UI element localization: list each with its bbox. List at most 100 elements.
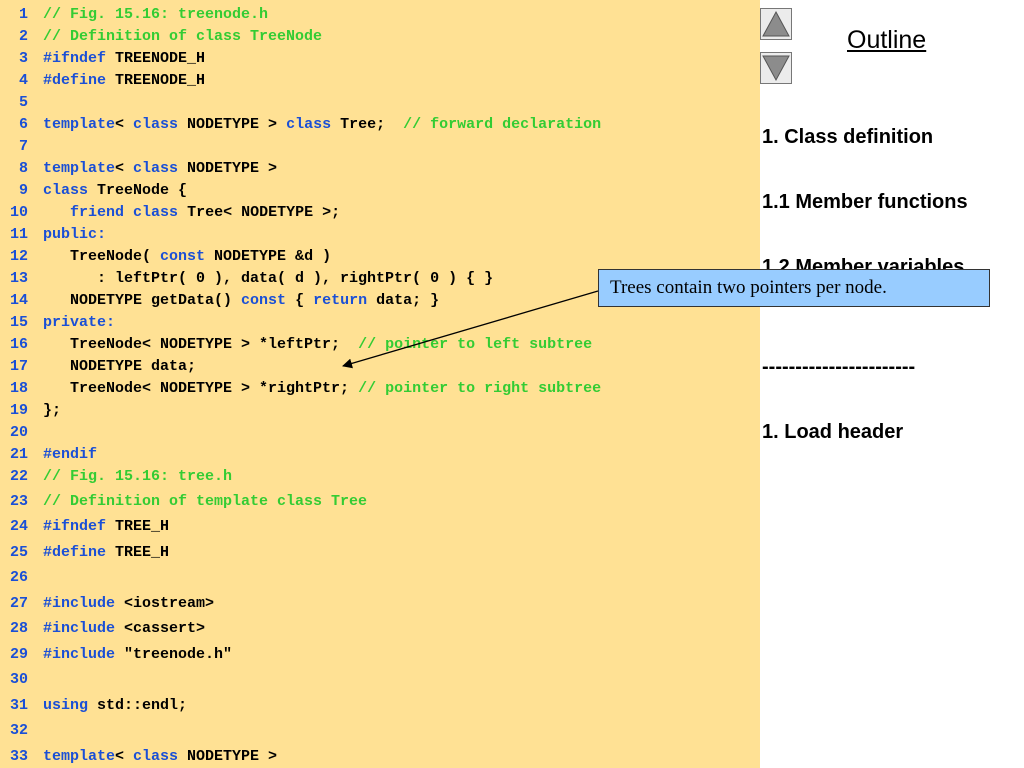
code-text: TreeNode { [88,182,188,199]
line-number: 12 [9,248,28,265]
code-text: { [286,292,314,309]
code-text: NODETYPE > [178,116,287,133]
code-keyword: template [43,160,116,177]
code-keyword: const [160,248,206,265]
line-number: 19 [9,402,28,419]
line-number: 30 [9,671,28,688]
code-line: 28 #include <cassert> [0,620,205,638]
code-keyword: friend [70,204,125,221]
line-number: 22 [9,468,28,485]
code-line: 30 [0,671,43,689]
code-keyword: using [43,697,89,714]
line-number: 5 [18,94,28,111]
line-number: 14 [9,292,28,309]
code-line: 18 TreeNode< NODETYPE > *rightPtr; // po… [0,380,601,398]
outline-separator: ----------------------- [762,356,916,378]
code-text: NODETYPE > [178,748,278,765]
code-keyword: #define [43,544,107,561]
code-comment: // Fig. 15.16: treenode.h [43,6,269,23]
code-line: 21 #endif [0,446,97,464]
code-line: 27 #include <iostream> [0,595,214,613]
callout-box: Trees contain two pointers per node. [598,269,990,307]
code-comment: // pointer to left subtree [358,336,593,353]
code-line: 33 template< class NODETYPE > [0,748,277,766]
line-number: 1 [18,6,28,23]
triangle-down-icon [762,55,790,82]
code-line: 17 NODETYPE data; [0,358,196,376]
code-text: TreeNode< NODETYPE > *rightPtr; [43,380,359,397]
code-line: 29 #include "treenode.h" [0,646,232,664]
line-number: 2 [18,28,28,45]
code-line: 26 [0,569,43,587]
code-keyword: class [133,204,179,221]
line-number: 24 [9,518,28,535]
next-slide-button[interactable] [760,52,792,84]
code-line: 5 [0,94,43,112]
code-listing: 1 // Fig. 15.16: treenode.h 2 // Definition… [0,0,760,768]
code-keyword: return [313,292,368,309]
code-line: 25 #define TREE_H [0,544,169,562]
code-line: 24 #ifndef TREE_H [0,518,169,536]
previous-slide-button[interactable] [760,8,792,40]
code-line: 4 #define TREENODE_H [0,72,205,90]
line-number: 27 [9,595,28,612]
code-keyword: class [286,116,332,133]
code-line: 32 [0,722,43,740]
code-line: 23 // Definition of template class Tree [0,493,367,511]
code-keyword: class [133,160,179,177]
line-number: 33 [9,748,28,765]
code-text: TreeNode( [43,248,161,265]
code-text: NODETYPE > [178,160,278,177]
code-line: 22 // Fig. 15.16: tree.h [0,468,232,486]
code-keyword: #include [43,646,116,663]
code-text: TREE_H [106,544,170,561]
line-number: 17 [9,358,28,375]
line-number: 29 [9,646,28,663]
code-comment: // pointer to right subtree [358,380,602,397]
code-keyword: class [133,748,179,765]
line-number: 28 [9,620,28,637]
code-keyword: private: [43,314,116,331]
code-keyword: class [133,116,179,133]
line-number: 31 [9,697,28,714]
outline-title: Outline [847,26,927,54]
code-text: "treenode.h" [115,646,233,663]
code-line: 1 // Fig. 15.16: treenode.h [0,6,268,24]
code-keyword: #define [43,72,107,89]
code-keyword: class [43,182,89,199]
code-line: 6 template< class NODETYPE > class Tree; … [0,116,601,134]
code-text: TREENODE_H [106,50,206,67]
code-text: TreeNode< NODETYPE > *leftPtr; [43,336,359,353]
code-line: 15 private: [0,314,115,332]
code-comment: // forward declaration [403,116,602,133]
code-line: 3 #ifndef TREENODE_H [0,50,205,68]
code-line: 11 public: [0,226,106,244]
code-comment: // Fig. 15.16: tree.h [43,468,233,485]
code-line: 31 using std::endl; [0,697,187,715]
code-text: Tree; [331,116,404,133]
line-number: 4 [18,72,28,89]
code-keyword: public: [43,226,107,243]
line-number: 23 [9,493,28,510]
code-text: NODETYPE getData() [43,292,242,309]
code-line: 8 template< class NODETYPE > [0,160,277,178]
code-keyword: template [43,748,116,765]
line-number: 10 [9,204,28,221]
line-number: 6 [18,116,28,133]
code-text: <cassert> [115,620,206,637]
code-text: < [115,160,134,177]
code-text: < [115,748,134,765]
code-text: < [115,116,134,133]
line-number: 11 [9,226,28,243]
line-number: 20 [9,424,28,441]
outline-item-member-functions: 1.1 Member functions [762,191,968,213]
code-text: NODETYPE data; [43,358,197,375]
code-keyword: #ifndef [43,518,107,535]
line-number: 3 [18,50,28,67]
line-number: 32 [9,722,28,739]
code-keyword: template [43,116,116,133]
code-text: data; } [367,292,440,309]
code-keyword: const [241,292,287,309]
